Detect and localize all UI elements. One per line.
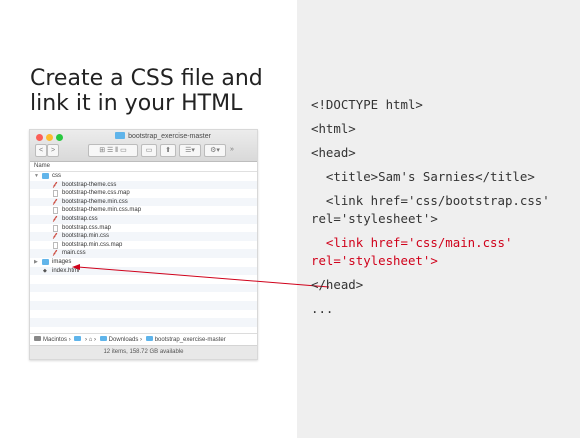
code-line: ... (311, 301, 334, 316)
code-line: <!DOCTYPE html> (311, 97, 423, 112)
arrow-head (72, 264, 80, 270)
arrow-line (77, 266, 330, 288)
slide: Create a CSS file and link it in your HT… (0, 0, 580, 438)
code-line: <title>Sam's Sarnies</title> (311, 169, 535, 184)
code-line: </head> (311, 277, 364, 292)
code-line: <head> (311, 145, 356, 160)
highlighted-code-line: <link href='css/main.css' rel='styleshee… (311, 235, 520, 268)
code-line: <html> (311, 121, 356, 136)
code-line: <link href='css/bootstrap.css' rel='styl… (311, 193, 558, 226)
html-code-listing: <!DOCTYPE html> <html> <head> <title>Sam's… (311, 96, 576, 324)
